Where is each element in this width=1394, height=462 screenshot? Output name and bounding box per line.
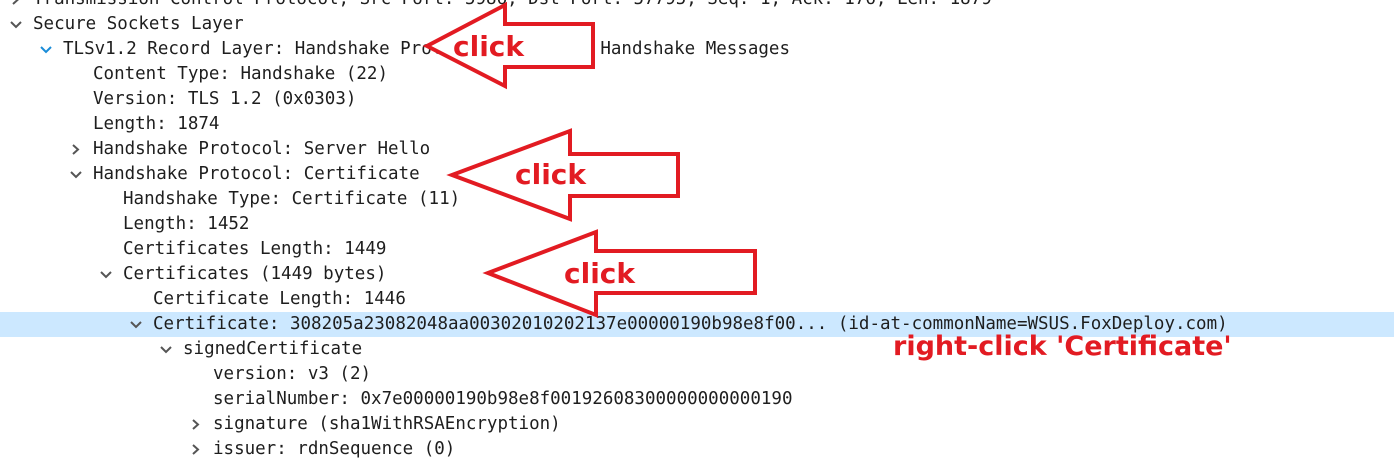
tree-row-label: signature (sha1WithRSAEncryption) (213, 414, 561, 434)
tree-row-label: Transmission Control Protocol, Src Port:… (33, 0, 992, 12)
tree-row[interactable]: TLSv1.2 Record Layer: Handshake Protocol… (0, 37, 1394, 62)
chevron-down-icon[interactable] (70, 162, 84, 187)
tree-row[interactable]: signature (sha1WithRSAEncryption) (0, 412, 1394, 437)
tree-row-label: Handshake Protocol: Certificate (93, 164, 420, 184)
tree-row-label: Content Type: Handshake (22) (93, 64, 389, 84)
chevron-down-icon[interactable] (40, 37, 54, 62)
tree-row-label: Version: TLS 1.2 (0x0303) (93, 89, 357, 109)
tree-row[interactable]: Certificates Length: 1449 (0, 237, 1394, 262)
tree-row[interactable]: Handshake Protocol: Certificate (0, 162, 1394, 187)
tree-row[interactable]: serialNumber: 0x7e00000190b98e8f00192608… (0, 387, 1394, 412)
tree-row[interactable]: Content Type: Handshake (22) (0, 62, 1394, 87)
tree-row[interactable]: Certificates (1449 bytes) (0, 262, 1394, 287)
chevron-right-icon[interactable] (190, 412, 204, 437)
chevron-down-icon[interactable] (100, 262, 114, 287)
click-label-2: click (515, 158, 587, 191)
tree-row[interactable]: Certificate Length: 1446 (0, 287, 1394, 312)
tree-row-label: Certificate Length: 1446 (153, 289, 406, 309)
chevron-down-icon[interactable] (130, 312, 144, 337)
tree-row[interactable]: Secure Sockets Layer (0, 12, 1394, 37)
packet-details-tree: Transmission Control Protocol, Src Port:… (0, 0, 1394, 462)
tree-row-label: Length: 1452 (123, 214, 250, 234)
tree-row-label: issuer: rdnSequence (0) (213, 439, 456, 459)
tree-row-label: Certificates Length: 1449 (123, 239, 387, 259)
tree-row-label: Secure Sockets Layer (33, 14, 244, 34)
tree-row-label: version: v3 (2) (213, 364, 372, 384)
tree-row-label: Handshake Type: Certificate (11) (123, 189, 461, 209)
click-label-1: click (453, 30, 525, 63)
chevron-right-icon[interactable] (10, 0, 24, 12)
tree-row-label: Handshake Protocol: Server Hello (93, 139, 431, 159)
chevron-right-icon[interactable] (70, 137, 84, 162)
click-label-3: click (564, 257, 636, 290)
tree-row[interactable]: Handshake Type: Certificate (11) (0, 187, 1394, 212)
right-click-instruction: right-click 'Certificate' (893, 331, 1232, 362)
tree-row[interactable]: version: v3 (2) (0, 362, 1394, 387)
tree-row[interactable]: issuer: rdnSequence (0) (0, 437, 1394, 462)
tree-row[interactable]: Transmission Control Protocol, Src Port:… (0, 0, 1394, 12)
tree-row[interactable]: Handshake Protocol: Server Hello (0, 137, 1394, 162)
tree-row-label: TLSv1.2 Record Layer: Handshake Protocol… (63, 39, 790, 59)
tree-row[interactable]: Length: 1874 (0, 112, 1394, 137)
tree-row-label: signedCertificate (183, 339, 363, 359)
tree-row[interactable]: Length: 1452 (0, 212, 1394, 237)
tree-row[interactable]: Version: TLS 1.2 (0x0303) (0, 87, 1394, 112)
tree-row-label: serialNumber: 0x7e00000190b98e8f00192608… (213, 389, 793, 409)
chevron-right-icon[interactable] (190, 437, 204, 462)
chevron-down-icon[interactable] (160, 337, 174, 362)
chevron-down-icon[interactable] (10, 12, 24, 37)
tree-row-label: Length: 1874 (93, 114, 220, 134)
tree-row-label: Certificates (1449 bytes) (123, 264, 387, 284)
